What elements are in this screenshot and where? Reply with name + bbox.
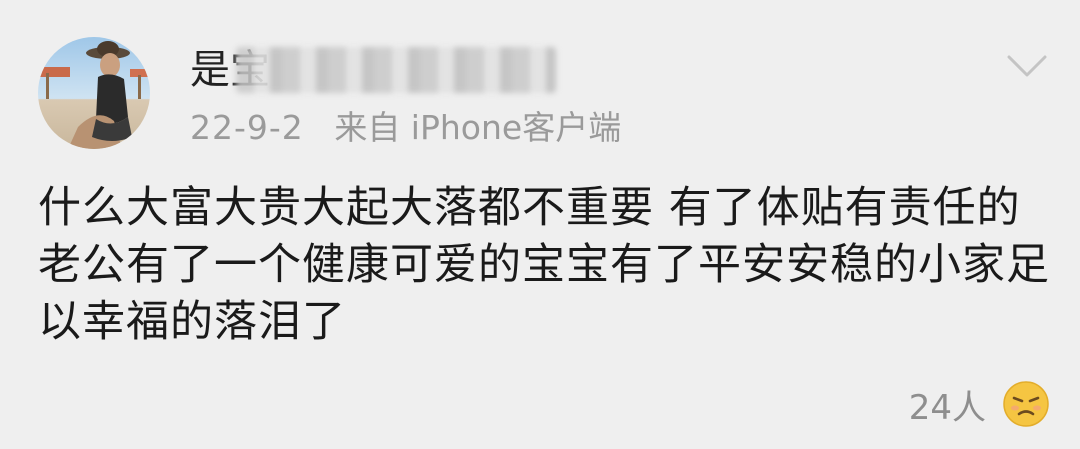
comment-card: 是宝 22-9-2 来自 iPhone客户端 什么大富大贵大起大落都不重要 有了… — [0, 0, 1080, 449]
comment-meta: 22-9-2 来自 iPhone客户端 — [190, 106, 621, 150]
chevron-down-icon[interactable] — [1006, 52, 1048, 80]
comment-text: 什么大富大贵大起大落都不重要 有了体贴有责任的老公有了一个健康可爱的宝宝有了平安… — [38, 183, 1050, 347]
username[interactable]: 是宝 — [190, 45, 560, 95]
crying-face-emoji-icon — [1003, 381, 1049, 427]
comment-date: 22-9-2 — [190, 108, 304, 147]
comment-source: 来自 iPhone客户端 — [334, 108, 622, 147]
avatar-photo — [38, 37, 150, 149]
reaction-button[interactable]: 24人 — [909, 378, 1050, 430]
reaction-count: 24人 — [908, 387, 986, 428]
username-redaction-blur — [236, 47, 556, 93]
avatar[interactable] — [38, 37, 150, 149]
